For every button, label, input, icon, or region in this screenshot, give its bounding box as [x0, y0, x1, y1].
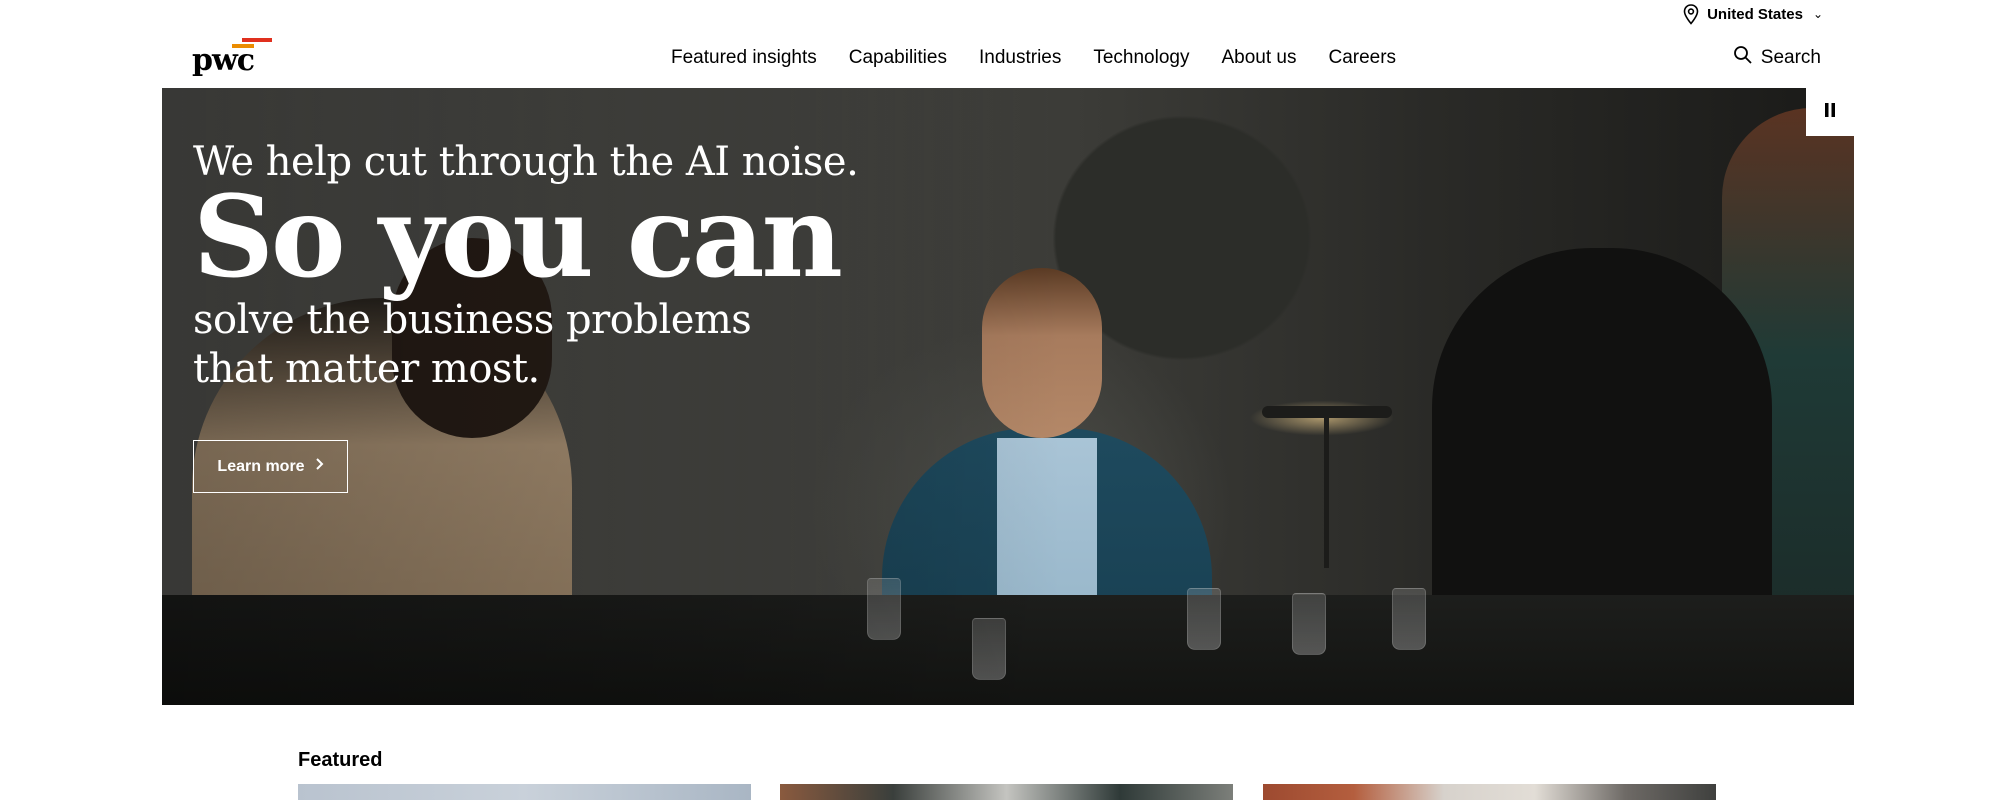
nav-capabilities[interactable]: Capabilities: [833, 47, 963, 69]
chevron-right-icon: [315, 457, 324, 476]
site-header: pwc Featured insights Capabilities Indus…: [162, 28, 1854, 88]
hero-copy: We help cut through the AI noise. So you…: [193, 140, 859, 394]
learn-more-label: Learn more: [217, 457, 305, 475]
region-selector[interactable]: United States ⌄: [1683, 0, 1823, 28]
pwc-logo[interactable]: pwc: [192, 32, 272, 76]
pause-button[interactable]: [1806, 88, 1854, 136]
learn-more-button[interactable]: Learn more: [193, 440, 348, 493]
lamp-shade: [1262, 406, 1392, 418]
featured-card-image[interactable]: [1263, 784, 1716, 800]
nav-featured-insights[interactable]: Featured insights: [655, 47, 833, 69]
featured-cards: [0, 784, 2000, 800]
water-glass: [1392, 588, 1426, 650]
hero-subline: solve the business problems that matter …: [193, 297, 752, 392]
lamp-pole: [1324, 418, 1329, 568]
location-pin-icon: [1683, 3, 1699, 25]
water-glass: [1292, 593, 1326, 655]
search-icon: [1733, 45, 1753, 71]
nav-careers[interactable]: Careers: [1312, 47, 1412, 69]
search-button[interactable]: Search: [1733, 28, 1821, 88]
nav-industries[interactable]: Industries: [963, 47, 1077, 69]
main-nav: Featured insights Capabilities Industrie…: [655, 28, 1412, 88]
featured-card-image[interactable]: [298, 784, 751, 800]
featured-heading: Featured: [298, 749, 383, 771]
hero-banner: We help cut through the AI noise. So you…: [162, 88, 1854, 705]
nav-about-us[interactable]: About us: [1205, 47, 1312, 69]
nav-technology[interactable]: Technology: [1077, 47, 1205, 69]
chevron-down-icon: ⌄: [1812, 7, 1823, 21]
search-label: Search: [1760, 47, 1821, 68]
hero-headline: So you can: [193, 172, 843, 303]
logo-wordmark: pwc: [192, 43, 255, 78]
water-glass: [1187, 588, 1221, 650]
featured-card-image[interactable]: [780, 784, 1233, 800]
pause-icon: [1823, 102, 1837, 123]
region-label: United States: [1707, 5, 1803, 23]
logo-accent: [242, 38, 272, 42]
